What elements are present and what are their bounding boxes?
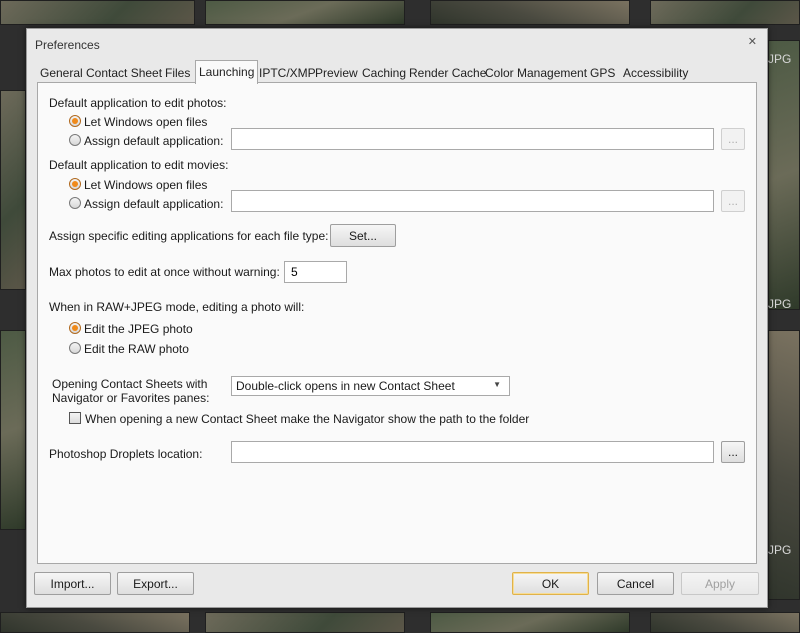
photos-assign-default-radio[interactable] [69, 134, 81, 146]
photos-assign-default-label[interactable]: Assign default application: [84, 134, 223, 148]
droplets-location-label: Photoshop Droplets location: [49, 447, 203, 461]
thumbnail-format-label: JPG [768, 543, 792, 557]
tab-contact-sheet[interactable]: Contact Sheet [83, 63, 165, 83]
export-button-label: Export... [133, 576, 178, 591]
thumbnail-format-label: JPG [768, 297, 792, 311]
photos-browse-button[interactable]: ... [721, 128, 745, 150]
max-photos-label: Max photos to edit at once without warni… [49, 265, 280, 279]
dialog-title: Preferences [35, 38, 100, 52]
thumbnail[interactable] [0, 0, 195, 25]
tab-color-management[interactable]: Color Management [482, 63, 590, 83]
thumbnail-format-label: JPG [768, 52, 792, 66]
apply-button[interactable]: Apply [681, 572, 759, 595]
movies-application-path-input[interactable] [231, 190, 714, 212]
contact-sheet-label-line1: Opening Contact Sheets with [52, 377, 208, 391]
max-photos-input[interactable] [284, 261, 347, 283]
export-button[interactable]: Export... [117, 572, 194, 595]
movies-assign-default-radio[interactable] [69, 197, 81, 209]
apply-button-label: Apply [704, 576, 736, 591]
ok-button-label: OK [541, 576, 560, 591]
tab-gps[interactable]: GPS [587, 63, 618, 83]
photos-let-windows-label[interactable]: Let Windows open files [84, 115, 207, 129]
movies-let-windows-radio[interactable] [69, 178, 81, 190]
edit-jpeg-radio[interactable] [69, 322, 81, 334]
browse-ellipsis: ... [727, 445, 738, 459]
movies-assign-default-label[interactable]: Assign default application: [84, 197, 223, 211]
photos-editor-heading: Default application to edit photos: [49, 96, 227, 110]
edit-raw-radio[interactable] [69, 342, 81, 354]
filetype-apps-label: Assign specific editing applications for… [49, 229, 329, 243]
droplets-browse-button[interactable]: ... [721, 441, 745, 463]
tab-accessibility[interactable]: Accessibility [620, 63, 691, 83]
thumbnail[interactable] [650, 612, 800, 633]
tab-files[interactable]: Files [162, 63, 193, 83]
movies-let-windows-label[interactable]: Let Windows open files [84, 178, 207, 192]
thumbnail[interactable] [205, 0, 405, 25]
tab-preview[interactable]: Preview [312, 63, 361, 83]
photos-let-windows-radio[interactable] [69, 115, 81, 127]
contact-sheet-open-select[interactable]: Double-click opens in new Contact Sheet … [231, 376, 510, 396]
photos-application-path-input[interactable] [231, 128, 714, 150]
navigator-path-checkbox[interactable] [69, 412, 81, 424]
thumbnail[interactable] [768, 330, 800, 600]
tab-launching[interactable]: Launching [195, 60, 259, 84]
thumbnail[interactable] [650, 0, 800, 25]
contact-sheet-label-line2: Navigator or Favorites panes: [52, 391, 210, 405]
edit-raw-label[interactable]: Edit the RAW photo [84, 342, 189, 356]
close-icon[interactable]: ✕ [748, 35, 757, 48]
launching-panel: Default application to edit photos: Let … [37, 82, 757, 564]
tab-iptc-xmp[interactable]: IPTC/XMP [256, 63, 319, 83]
browse-ellipsis: ... [727, 194, 738, 208]
browse-ellipsis: ... [727, 132, 738, 146]
movies-browse-button[interactable]: ... [721, 190, 745, 212]
tab-render-cache[interactable]: Render Cache [406, 63, 489, 83]
edit-jpeg-label[interactable]: Edit the JPEG photo [84, 322, 193, 336]
thumbnail[interactable] [0, 612, 190, 633]
preferences-dialog: Preferences ✕ General Contact Sheet File… [26, 28, 768, 608]
thumbnail[interactable] [0, 90, 26, 290]
set-filetype-apps-button[interactable]: Set... [330, 224, 396, 247]
thumbnail[interactable] [0, 330, 26, 530]
ok-button[interactable]: OK [512, 572, 589, 595]
chevron-down-icon: ▼ [493, 380, 501, 389]
import-button[interactable]: Import... [34, 572, 111, 595]
thumbnail[interactable] [768, 40, 800, 310]
raw-jpeg-heading: When in RAW+JPEG mode, editing a photo w… [49, 300, 305, 314]
contact-sheet-select-value: Double-click opens in new Contact Sheet [236, 379, 455, 393]
tab-caching[interactable]: Caching [359, 63, 409, 83]
import-button-label: Import... [50, 576, 95, 591]
thumbnail[interactable] [205, 612, 405, 633]
tab-general[interactable]: General [37, 63, 86, 83]
thumbnail[interactable] [430, 612, 630, 633]
navigator-path-checkbox-label[interactable]: When opening a new Contact Sheet make th… [85, 412, 529, 426]
cancel-button[interactable]: Cancel [597, 572, 674, 595]
dialog-titlebar[interactable]: Preferences ✕ [27, 29, 767, 59]
thumbnail[interactable] [430, 0, 630, 25]
droplets-location-input[interactable] [231, 441, 714, 463]
movies-editor-heading: Default application to edit movies: [49, 158, 229, 172]
cancel-button-label: Cancel [616, 576, 655, 591]
set-button-label: Set... [348, 228, 377, 243]
